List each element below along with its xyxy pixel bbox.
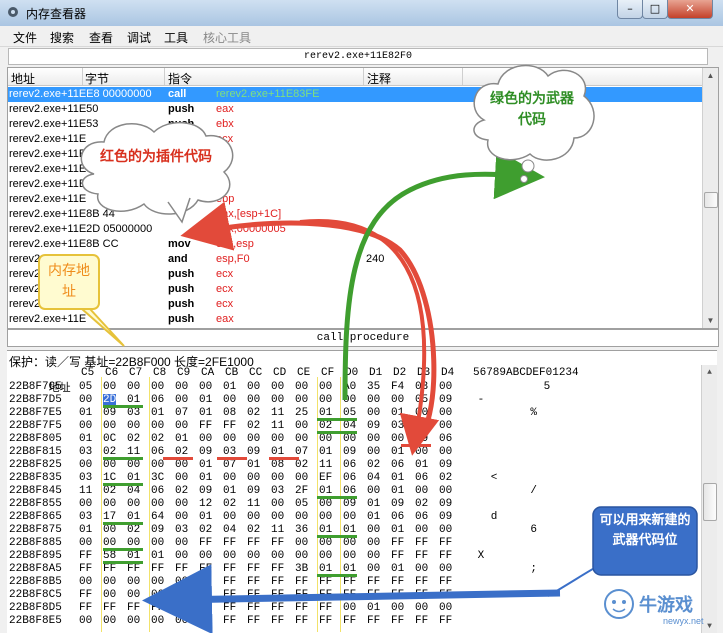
watermark-logo-text: 牛游戏 xyxy=(639,594,693,616)
green-cloud-callout: 绿色的为武器代码 xyxy=(468,62,598,183)
watermark-url: newyx.net xyxy=(663,616,704,626)
watermark-logo: 牛游戏 newyx.net xyxy=(599,584,719,631)
red-cloud-callout: 红色的为插件代码 xyxy=(70,118,238,224)
green-cloud-text: 绿色的为武器代码 xyxy=(490,90,574,127)
blue-note-text: 可以用来新建的武器代码位 xyxy=(599,512,691,547)
red-cloud-text: 红色的为插件代码 xyxy=(100,148,212,164)
memory-viewer-window: 内存查看器 – □ ✕ 文件 搜索 查看 调试 工具 核心工具 rerev2.e… xyxy=(0,0,723,633)
blue-arrow xyxy=(142,564,561,633)
yellow-note-text: 内存地址 xyxy=(48,262,90,299)
yellow-address-note: 内存地址 xyxy=(38,254,125,347)
blue-callout: 可以用来新建的武器代码位 xyxy=(592,506,700,578)
